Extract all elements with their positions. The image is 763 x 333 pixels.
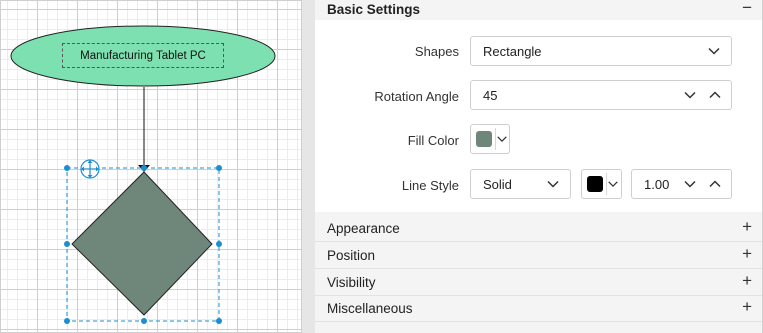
chevron-up-icon[interactable] [708,177,722,191]
shapes-label: Shapes [414,44,459,59]
line-width-input[interactable]: 1.00 [631,169,732,199]
expand-icon[interactable]: + [742,217,752,237]
line-style-label: Line Style [401,178,459,193]
chevron-down-icon[interactable] [683,177,697,191]
rotation-angle-value: 45 [483,88,498,103]
line-color-swatch [587,176,603,192]
line-style-dropdown[interactable]: Solid [470,169,571,199]
chevron-up-icon[interactable] [708,88,722,102]
section-appearance[interactable]: Appearance + [315,216,762,242]
resize-handle-top-left[interactable] [64,165,70,171]
rotation-angle-label: Rotation Angle [374,89,459,104]
collapse-icon[interactable]: − [742,0,752,18]
section-title: Position [327,248,376,263]
expand-icon[interactable]: + [742,244,752,264]
section-position[interactable]: Position + [315,243,762,269]
splitter[interactable] [301,0,316,333]
fill-color-label: Fill Color [407,133,459,148]
resize-handle-top[interactable] [141,165,147,171]
properties-panel: Shapes Rectangle Rotation Angle 45 Fill … [315,0,762,333]
fill-color-swatch [476,131,492,147]
basic-settings-title: Basic Settings [327,2,421,17]
chevron-down-icon [547,180,559,188]
shapes-value: Rectangle [483,44,542,59]
resize-handle-left[interactable] [64,241,70,247]
chevron-down-icon [608,181,618,188]
shapes-dropdown[interactable]: Rectangle [470,36,732,66]
rotation-angle-input[interactable]: 45 [470,80,732,110]
chevron-down-icon [708,47,720,55]
resize-handle-bottom-right[interactable] [216,318,222,324]
line-style-value: Solid [483,177,512,192]
resize-handle-top-right[interactable] [216,165,222,171]
expand-icon[interactable]: + [742,297,752,317]
diagram-canvas[interactable]: Manufacturing Tablet PC [1,1,301,332]
chevron-down-icon [497,136,507,143]
section-visibility[interactable]: Visibility + [315,270,762,296]
resize-handle-right[interactable] [216,241,222,247]
section-title: Miscellaneous [327,301,413,316]
resize-handle-bottom-left[interactable] [64,318,70,324]
section-miscellaneous[interactable]: Miscellaneous + [315,296,762,322]
start-node-label[interactable]: Manufacturing Tablet PC [62,43,224,68]
section-title: Appearance [327,221,400,236]
decision-diamond[interactable] [71,171,213,316]
fill-color-picker[interactable] [470,124,510,154]
chevron-down-icon[interactable] [683,88,697,102]
line-width-value: 1.00 [644,177,670,192]
expand-icon[interactable]: + [742,271,752,291]
resize-handle-bottom[interactable] [141,318,147,324]
basic-settings-body: Shapes Rectangle Rotation Angle 45 Fill … [315,20,762,212]
basic-settings-header[interactable]: Basic Settings − [315,0,762,20]
move-handle-icon[interactable] [80,159,100,179]
line-color-picker[interactable] [581,169,622,199]
section-title: Visibility [327,275,376,290]
